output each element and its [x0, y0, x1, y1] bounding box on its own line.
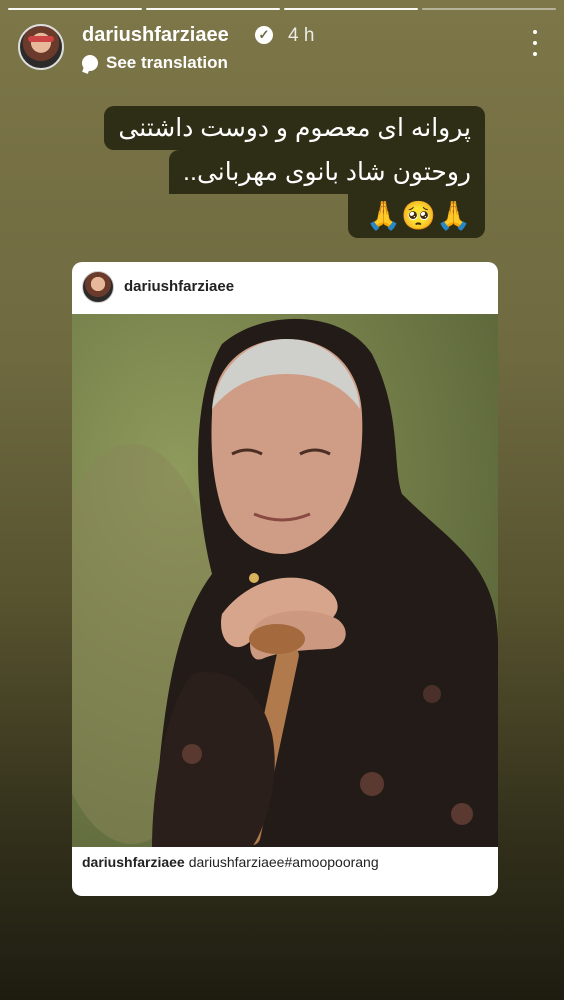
story-caption: پروانه ای معصوم و دوست داشتنی روحتون شاد…	[75, 106, 485, 238]
progress-segment	[422, 8, 556, 10]
verified-badge-icon: ✓	[255, 26, 273, 44]
story-timestamp: 4 h	[288, 25, 315, 46]
shared-post-photo[interactable]	[72, 314, 498, 847]
footer-caption: dariushfarziaee#amoopoorang	[188, 854, 379, 870]
avatar[interactable]	[18, 24, 64, 70]
caption-line: پروانه ای معصوم و دوست داشتنی	[104, 106, 485, 150]
shared-post-card[interactable]: dariushfarziaee dariushfarziaee dariushf…	[72, 262, 498, 896]
shared-post-username[interactable]: dariushfarziaee	[124, 278, 234, 295]
shared-post-footer: dariushfarziaee dariushfarziaee#amoopoora…	[82, 854, 379, 870]
more-vertical-icon[interactable]	[528, 30, 542, 56]
see-translation-label: See translation	[106, 53, 228, 72]
progress-segment	[146, 8, 280, 10]
story-header: dariushfarziaee ✓ 4 h See translation	[18, 22, 546, 74]
footer-username[interactable]: dariushfarziaee	[82, 854, 185, 870]
story-username[interactable]: dariushfarziaee	[82, 24, 229, 47]
avatar[interactable]	[82, 271, 114, 303]
caption-emoji: 🙏🥺🙏	[348, 194, 485, 238]
story-progress-bar	[8, 8, 556, 10]
see-translation-button[interactable]: See translation	[82, 53, 228, 73]
progress-segment	[8, 8, 142, 10]
caption-line: روحتون شاد بانوی مهربانی..	[169, 150, 485, 194]
progress-segment	[284, 8, 418, 10]
speech-bubble-icon	[82, 55, 98, 71]
shared-post-header: dariushfarziaee	[72, 262, 498, 314]
